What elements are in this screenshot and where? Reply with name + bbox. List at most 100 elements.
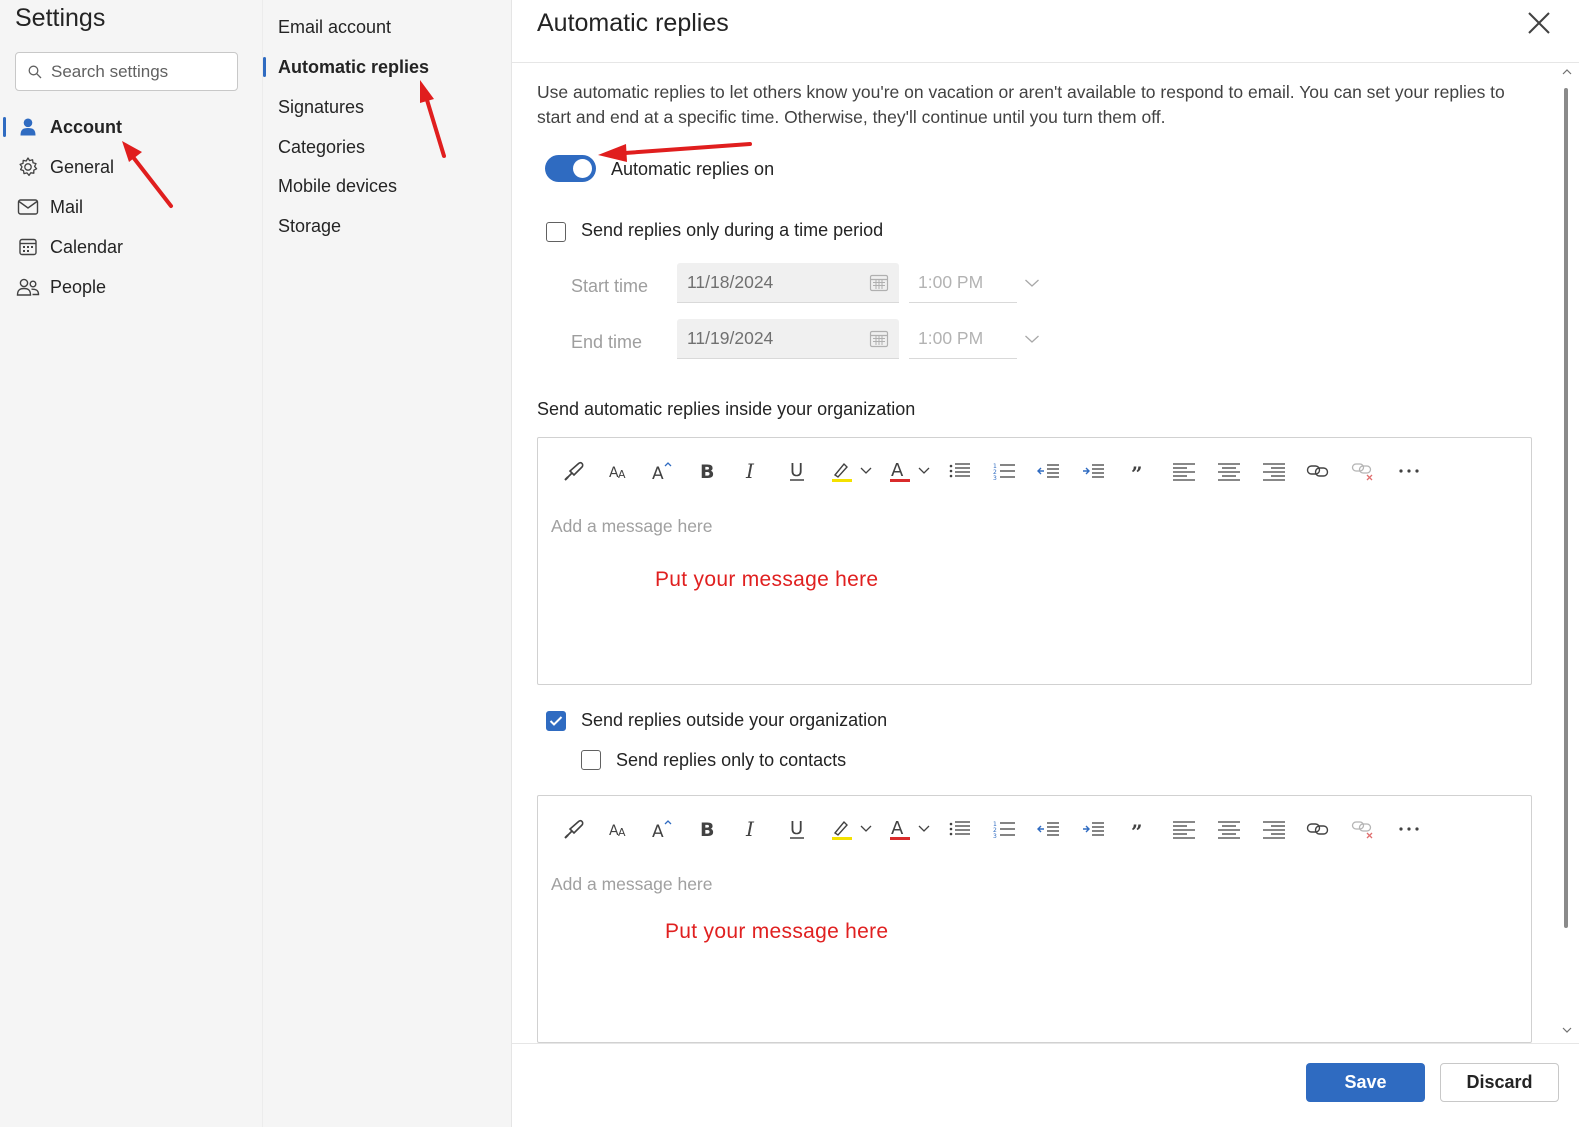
start-date-value: 11/18/2024 xyxy=(687,272,774,292)
svg-text:A: A xyxy=(652,822,664,840)
panel-title: Automatic replies xyxy=(537,9,729,37)
format-painter-icon[interactable] xyxy=(562,458,586,484)
font-size-icon[interactable]: AA xyxy=(608,816,630,842)
subnav-item-automatic-replies[interactable]: Automatic replies xyxy=(263,48,511,86)
scrollbar-thumb[interactable] xyxy=(1564,88,1568,928)
grow-font-icon[interactable]: A xyxy=(651,816,673,842)
time-period-label: Send replies only during a time period xyxy=(581,220,884,240)
nav-item-label: Mail xyxy=(50,196,84,217)
nav-item-label: Account xyxy=(50,116,122,137)
subnav-item-storage[interactable]: Storage xyxy=(263,207,511,245)
remove-link-icon[interactable] xyxy=(1351,816,1375,842)
automatic-replies-panel: Automatic replies Use automatic replies … xyxy=(512,0,1579,1127)
bold-icon[interactable]: B xyxy=(698,458,716,484)
increase-indent-icon[interactable] xyxy=(1082,816,1106,842)
close-button[interactable] xyxy=(1524,8,1554,38)
grow-font-icon[interactable]: A xyxy=(651,458,673,484)
align-left-icon[interactable] xyxy=(1172,816,1196,842)
subnav-item-categories[interactable]: Categories xyxy=(263,128,511,166)
font-color-icon[interactable]: A xyxy=(888,458,934,484)
bullets-icon[interactable] xyxy=(948,816,972,842)
mail-icon xyxy=(16,195,40,219)
chevron-down-icon[interactable] xyxy=(1024,275,1040,291)
highlight-icon[interactable] xyxy=(830,458,876,484)
outside-org-checkbox[interactable] xyxy=(546,711,566,731)
increase-indent-icon[interactable] xyxy=(1082,458,1106,484)
nav-item-label: People xyxy=(50,276,107,297)
discard-button[interactable]: Discard xyxy=(1440,1063,1559,1102)
align-left-icon[interactable] xyxy=(1172,458,1196,484)
remove-link-icon[interactable] xyxy=(1351,458,1375,484)
font-color-icon[interactable]: A xyxy=(888,816,934,842)
scroll-up-icon[interactable] xyxy=(1562,68,1572,76)
font-size-icon[interactable]: AA xyxy=(608,458,630,484)
outside-message-editor[interactable]: AA A B I U A 123 ” Add a message here Pu… xyxy=(537,795,1532,1043)
nav-item-people[interactable]: People xyxy=(0,268,262,306)
underline-icon[interactable]: U xyxy=(788,458,806,484)
save-button[interactable]: Save xyxy=(1306,1063,1425,1102)
numbering-icon[interactable]: 123 xyxy=(993,816,1017,842)
nav-item-account[interactable]: Account xyxy=(0,108,262,146)
subnav-item-signatures[interactable]: Signatures xyxy=(263,88,511,126)
outside-org-label: Send replies outside your organization xyxy=(581,710,888,730)
search-settings-input[interactable]: Search settings xyxy=(15,52,238,91)
italic-icon[interactable]: I xyxy=(744,816,760,842)
subnav-item-mobile-devices[interactable]: Mobile devices xyxy=(263,167,511,205)
svg-text:”: ” xyxy=(1131,462,1143,481)
quote-icon[interactable]: ” xyxy=(1130,816,1146,842)
align-right-icon[interactable] xyxy=(1262,458,1286,484)
start-date-field[interactable]: 11/18/2024 xyxy=(677,263,899,303)
svg-text:U: U xyxy=(790,460,803,481)
calendar-icon xyxy=(16,235,40,259)
align-center-icon[interactable] xyxy=(1217,458,1241,484)
svg-text:U: U xyxy=(790,818,803,839)
inside-org-label: Send automatic replies inside your organ… xyxy=(537,399,916,419)
more-options-icon[interactable] xyxy=(1398,458,1420,484)
scroll-down-icon[interactable] xyxy=(1562,1026,1572,1034)
link-icon[interactable] xyxy=(1306,458,1330,484)
svg-text:A: A xyxy=(652,464,664,482)
svg-text:B: B xyxy=(700,819,714,840)
person-icon xyxy=(16,115,40,139)
svg-text:I: I xyxy=(745,460,755,482)
decrease-indent-icon[interactable] xyxy=(1037,816,1061,842)
message-placeholder: Add a message here xyxy=(551,874,713,894)
link-icon[interactable] xyxy=(1306,816,1330,842)
nav-item-calendar[interactable]: Calendar xyxy=(0,228,262,266)
search-icon xyxy=(28,65,42,78)
highlight-icon[interactable] xyxy=(830,816,876,842)
chevron-down-icon[interactable] xyxy=(1024,331,1040,347)
calendar-icon xyxy=(869,330,889,348)
align-right-icon[interactable] xyxy=(1262,816,1286,842)
nav-item-general[interactable]: General xyxy=(0,148,262,186)
italic-icon[interactable]: I xyxy=(744,458,760,484)
inside-message-editor[interactable]: AA A B I U A 123 ” Add a message here Pu… xyxy=(537,437,1532,685)
numbering-icon[interactable]: 123 xyxy=(993,458,1017,484)
subnav-item-email-account[interactable]: Email account xyxy=(263,8,511,46)
formatting-toolbar: AA A B I U A 123 ” xyxy=(538,450,1531,490)
time-period-checkbox[interactable] xyxy=(546,222,566,242)
svg-text:B: B xyxy=(700,461,714,482)
contacts-only-checkbox[interactable] xyxy=(581,750,601,770)
end-time-field[interactable]: 1:00 PM xyxy=(909,319,1017,359)
align-center-icon[interactable] xyxy=(1217,816,1241,842)
description-text: Use automatic replies to let others know… xyxy=(537,82,1505,127)
quote-icon[interactable]: ” xyxy=(1130,458,1146,484)
toggle-label: Automatic replies on xyxy=(611,159,775,179)
start-time-field[interactable]: 1:00 PM xyxy=(909,263,1017,303)
end-date-field[interactable]: 11/19/2024 xyxy=(677,319,899,359)
underline-icon[interactable]: U xyxy=(788,816,806,842)
close-icon xyxy=(1528,12,1550,34)
decrease-indent-icon[interactable] xyxy=(1037,458,1061,484)
start-time-label: Start time xyxy=(571,276,649,296)
checkmark-icon xyxy=(549,716,563,726)
svg-text:A: A xyxy=(618,826,626,839)
bold-icon[interactable]: B xyxy=(698,816,716,842)
format-painter-icon[interactable] xyxy=(562,816,586,842)
bullets-icon[interactable] xyxy=(948,458,972,484)
automatic-replies-toggle[interactable] xyxy=(545,155,596,182)
more-options-icon[interactable] xyxy=(1398,816,1420,842)
nav-item-mail[interactable]: Mail xyxy=(0,188,262,226)
contacts-only-label: Send replies only to contacts xyxy=(616,750,847,770)
calendar-icon xyxy=(869,274,889,292)
